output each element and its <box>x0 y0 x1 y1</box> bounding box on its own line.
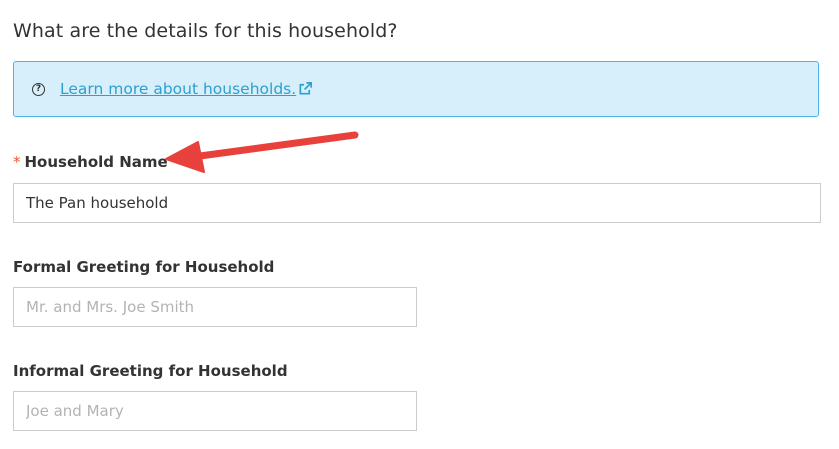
external-link-icon[interactable] <box>298 81 313 96</box>
household-details-form: What are the details for this household?… <box>0 0 839 449</box>
formal-greeting-label: Formal Greeting for Household <box>13 258 275 276</box>
informal-greeting-label: Informal Greeting for Household <box>13 362 288 380</box>
page-heading: What are the details for this household? <box>13 20 398 42</box>
required-marker: * <box>13 153 21 171</box>
household-name-label-text: Household Name <box>24 153 168 171</box>
formal-greeting-input[interactable] <box>13 287 417 327</box>
annotation-arrow <box>165 131 359 173</box>
learn-more-households-link[interactable]: Learn more about households. <box>60 80 296 98</box>
info-callout: ? Learn more about households. <box>13 61 819 117</box>
household-name-input[interactable] <box>13 183 821 223</box>
household-name-label: * Household Name <box>13 153 168 171</box>
annotation-arrow-shaft <box>196 131 359 160</box>
question-circle-icon: ? <box>32 83 45 96</box>
annotation-arrow-head <box>165 141 205 173</box>
informal-greeting-input[interactable] <box>13 391 417 431</box>
